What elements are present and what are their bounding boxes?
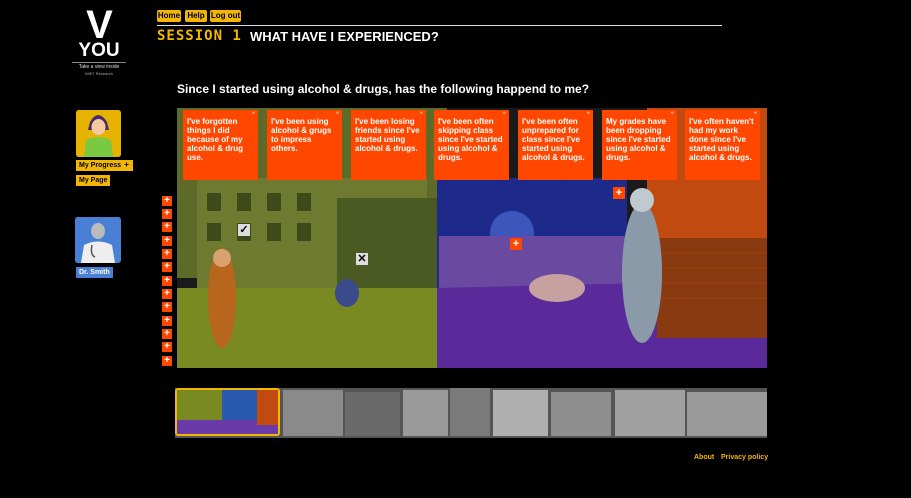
nav-divider [157, 25, 722, 26]
statement-text: I've been losing friends since I've star… [355, 117, 420, 153]
quote-icon: “ [587, 112, 590, 118]
statement-card[interactable]: “I've been often skipping class since I'… [434, 110, 509, 180]
user-avatar[interactable] [76, 110, 121, 157]
doctor-avatar[interactable] [75, 217, 121, 263]
statement-card[interactable]: “My grades have been dropping since I've… [602, 110, 677, 180]
statement-text: I've forgotten things I did because of m… [187, 117, 243, 162]
plus-icon: + [123, 160, 131, 169]
logo-word: YOU [78, 40, 120, 61]
logout-button[interactable]: Log out [210, 10, 241, 22]
about-link[interactable]: About [694, 454, 714, 461]
plus-hotspot-1[interactable]: + [510, 238, 522, 250]
user-avatar-icon [76, 110, 121, 157]
statement-card[interactable]: “ I've forgotten things I did because of … [183, 110, 258, 180]
statement-card[interactable]: “I've been often unprepared for class si… [518, 110, 593, 180]
session-label: SESSION 1 [157, 28, 242, 44]
plus-hotspot-2[interactable]: + [613, 187, 625, 199]
active-scene-icon [177, 390, 278, 434]
statement-card[interactable]: “I've often haven't had my work done sin… [685, 110, 760, 180]
expand-button[interactable]: + [162, 316, 172, 326]
help-button[interactable]: Help [185, 10, 207, 22]
quote-icon: “ [503, 112, 506, 118]
logo-mark: V [86, 3, 113, 47]
statement-text: I've been using alcohol & grugs to impre… [271, 117, 332, 153]
expand-button[interactable]: + [162, 209, 172, 219]
statement-text: I've often haven't had my work done sinc… [689, 117, 754, 162]
home-button[interactable]: Home [157, 10, 181, 22]
statement-text: My grades have been dropping since I've … [606, 117, 671, 162]
statement-card[interactable]: “ I've been using alcohol & grugs to impr… [267, 110, 342, 180]
my-progress-label: My Progress [79, 162, 122, 169]
expand-button[interactable]: + [162, 302, 172, 312]
page-title: WHAT HAVE I EXPERIENCED? [250, 29, 439, 44]
expand-button[interactable]: + [162, 276, 172, 286]
quote-icon: “ [252, 112, 255, 118]
expand-button[interactable]: + [162, 249, 172, 259]
my-page-button[interactable]: My Page [76, 175, 111, 186]
expand-button[interactable]: + [162, 262, 172, 272]
statement-text: I've been often unprepared for class sin… [522, 117, 585, 162]
statement-text: I've been often skipping class since I'v… [438, 117, 503, 162]
doctor-avatar-icon [75, 217, 121, 263]
quote-icon: “ [336, 112, 339, 118]
expand-button[interactable]: + [162, 329, 172, 339]
expand-button[interactable]: + [162, 196, 172, 206]
quote-icon: “ [671, 112, 674, 118]
filmstrip-active-thumbnail[interactable] [175, 388, 280, 436]
logo-subtitle: IMET Research [85, 71, 113, 76]
logo-tagline: Take a view inside [72, 62, 126, 71]
expand-button[interactable]: + [162, 222, 172, 232]
statement-card[interactable]: “I've been losing friends since I've sta… [351, 110, 426, 180]
my-progress-button[interactable]: My Progress + [76, 160, 134, 171]
doctor-button[interactable]: Dr. Smith [76, 267, 113, 278]
privacy-policy-link[interactable]: Privacy policy [721, 454, 768, 461]
expand-button[interactable]: + [162, 342, 172, 352]
logo: V YOU Take a view inside IMET Research [72, 3, 126, 76]
quote-icon: “ [420, 112, 423, 118]
checked-hotspot[interactable]: ✓ [238, 224, 250, 236]
scene-filmstrip [175, 388, 767, 438]
cross-hotspot[interactable]: ✕ [356, 253, 368, 265]
quote-icon: “ [754, 112, 757, 118]
expand-button[interactable]: + [162, 289, 172, 299]
question-heading: Since I started using alcohol & drugs, h… [177, 82, 590, 96]
expand-button[interactable]: + [162, 356, 172, 366]
expand-button[interactable]: + [162, 236, 172, 246]
